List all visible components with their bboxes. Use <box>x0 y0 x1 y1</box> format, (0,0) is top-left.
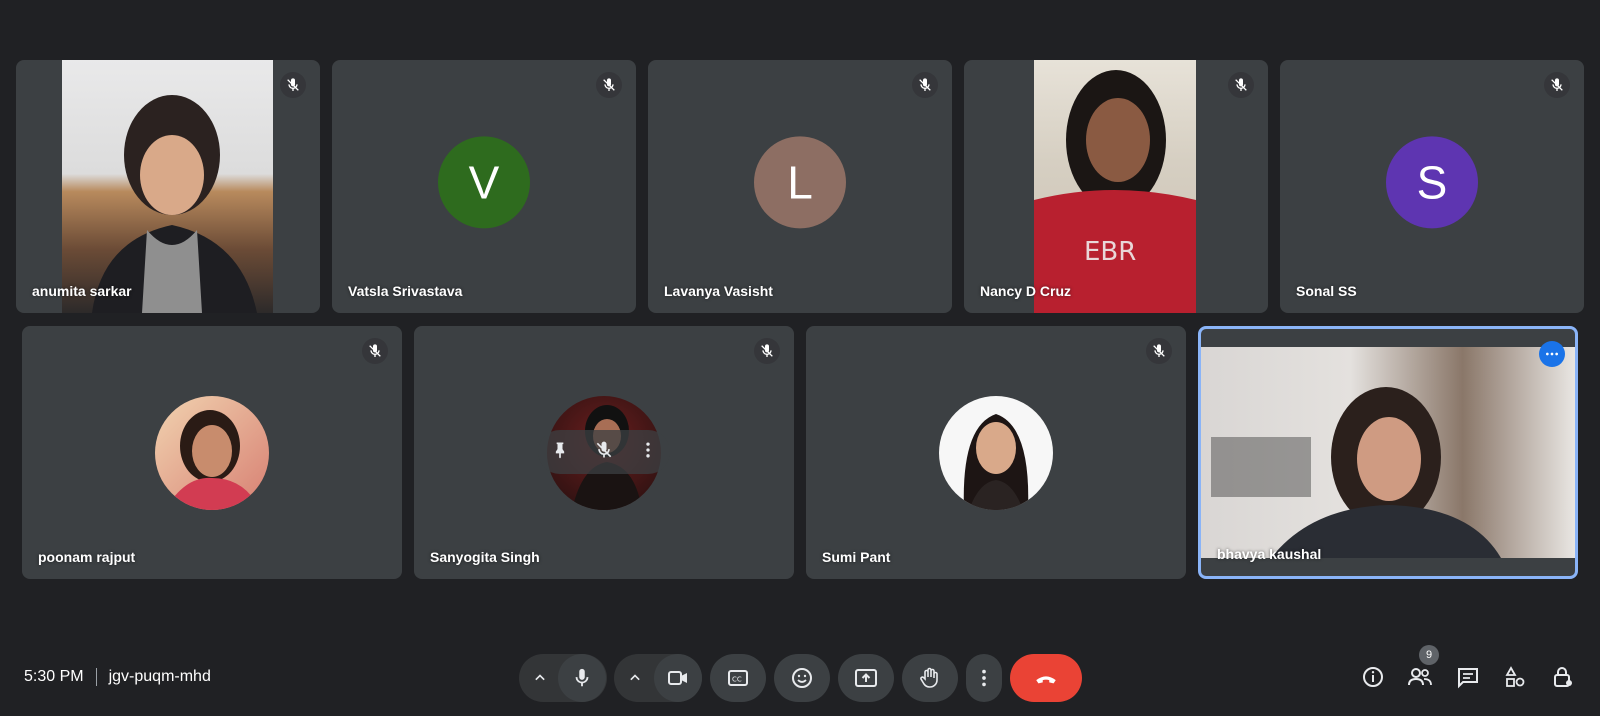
closed-captions-icon: CC <box>728 670 748 686</box>
participant-video <box>1201 347 1575 558</box>
more-options-button[interactable] <box>966 654 1002 702</box>
host-controls-button[interactable] <box>1550 664 1576 690</box>
participant-name: poonam rajput <box>38 549 136 565</box>
participant-tile-sonal[interactable]: S Sonal SS <box>1280 60 1584 313</box>
person-silhouette <box>1211 387 1501 558</box>
chat-button[interactable] <box>1455 664 1481 690</box>
participant-tile-bhavya-self[interactable]: bhavya kaushal <box>1198 326 1578 579</box>
person-silhouette <box>92 95 257 313</box>
microphone-icon <box>575 668 589 687</box>
videocam-icon <box>668 671 687 685</box>
tile-hover-controls <box>538 430 670 474</box>
participant-tile-sumi[interactable]: Sumi Pant <box>806 326 1186 579</box>
svg-text:EBR: EBR <box>1084 237 1136 267</box>
participant-tile-nancy[interactable]: EBR Nancy D Cruz <box>964 60 1268 313</box>
more-vert-icon <box>982 669 986 687</box>
hand-icon <box>920 667 938 688</box>
reactions-button[interactable] <box>774 654 830 702</box>
person-silhouette <box>165 409 260 510</box>
audio-settings-chevron-icon[interactable] <box>530 668 550 688</box>
muted-icon <box>362 338 388 364</box>
muted-icon <box>754 338 780 364</box>
participant-avatar: V <box>438 135 530 228</box>
separator <box>95 668 97 686</box>
lock-person-icon <box>1554 667 1572 687</box>
participant-avatar: L <box>754 135 846 228</box>
emoji-icon <box>792 668 812 688</box>
activities-shapes-icon <box>1505 666 1525 687</box>
muted-icon <box>912 72 938 98</box>
people-icon <box>1408 668 1432 686</box>
camera-button[interactable] <box>654 654 702 702</box>
people-button[interactable] <box>1407 664 1433 690</box>
meeting-info: 5:30 PM jgv-puqm-mhd <box>24 668 211 686</box>
meeting-time: 5:30 PM <box>24 668 84 685</box>
participant-name: anumita sarkar <box>32 283 132 299</box>
participant-tile-lavanya[interactable]: L Lavanya Vasisht <box>648 60 952 313</box>
meeting-details-button[interactable] <box>1360 664 1386 690</box>
person-silhouette: EBR <box>1034 70 1196 313</box>
call-end-icon <box>1036 676 1056 684</box>
raise-hand-button[interactable] <box>902 654 958 702</box>
participant-name: Sonal SS <box>1296 283 1357 299</box>
more-horizontal-icon <box>1546 352 1558 356</box>
participant-name: Sanyogita Singh <box>430 549 540 565</box>
bottom-toolbar: 5:30 PM jgv-puqm-mhd CC <box>0 636 1600 716</box>
muted-icon <box>596 72 622 98</box>
participant-name: Nancy D Cruz <box>980 283 1072 299</box>
present-to-all-icon <box>855 669 877 687</box>
participant-tile-anumita[interactable]: anumita sarkar <box>16 60 320 313</box>
meeting-code[interactable]: jgv-puqm-mhd <box>109 668 211 686</box>
present-screen-button[interactable] <box>838 654 894 702</box>
muted-icon <box>280 72 306 98</box>
person-silhouette <box>963 413 1029 510</box>
captions-button[interactable]: CC <box>710 654 766 702</box>
participant-avatar <box>939 395 1053 510</box>
microphone-button[interactable] <box>558 654 606 702</box>
participant-name: Lavanya Vasisht <box>664 283 773 299</box>
mute-participant-icon[interactable] <box>594 440 614 465</box>
participant-tile-vatsla[interactable]: V Vatsla Srivastava <box>332 60 636 313</box>
participant-avatar: S <box>1386 135 1478 228</box>
participant-name: Sumi Pant <box>822 549 891 565</box>
participant-name: Vatsla Srivastava <box>348 283 463 299</box>
participant-name: bhavya kaushal <box>1217 546 1322 562</box>
pin-icon[interactable] <box>550 440 570 465</box>
more-options-icon[interactable] <box>638 440 658 465</box>
more-options-button[interactable] <box>1539 341 1565 367</box>
muted-icon <box>1146 338 1172 364</box>
video-settings-chevron-icon[interactable] <box>625 668 645 688</box>
chat-icon <box>1458 668 1478 689</box>
participant-tile-poonam[interactable]: poonam rajput <box>22 326 402 579</box>
participant-avatar <box>155 395 269 510</box>
info-icon <box>1363 667 1383 687</box>
muted-icon <box>1544 72 1570 98</box>
muted-icon <box>1228 72 1254 98</box>
participant-tile-sanyogita[interactable]: Sanyogita Singh <box>414 326 794 579</box>
people-count-badge: 9 <box>1419 645 1439 665</box>
participant-video: EBR <box>1034 60 1196 313</box>
svg-text:CC: CC <box>732 676 742 684</box>
participant-video <box>62 60 273 313</box>
leave-call-button[interactable] <box>1010 654 1082 702</box>
activities-button[interactable] <box>1502 664 1528 690</box>
